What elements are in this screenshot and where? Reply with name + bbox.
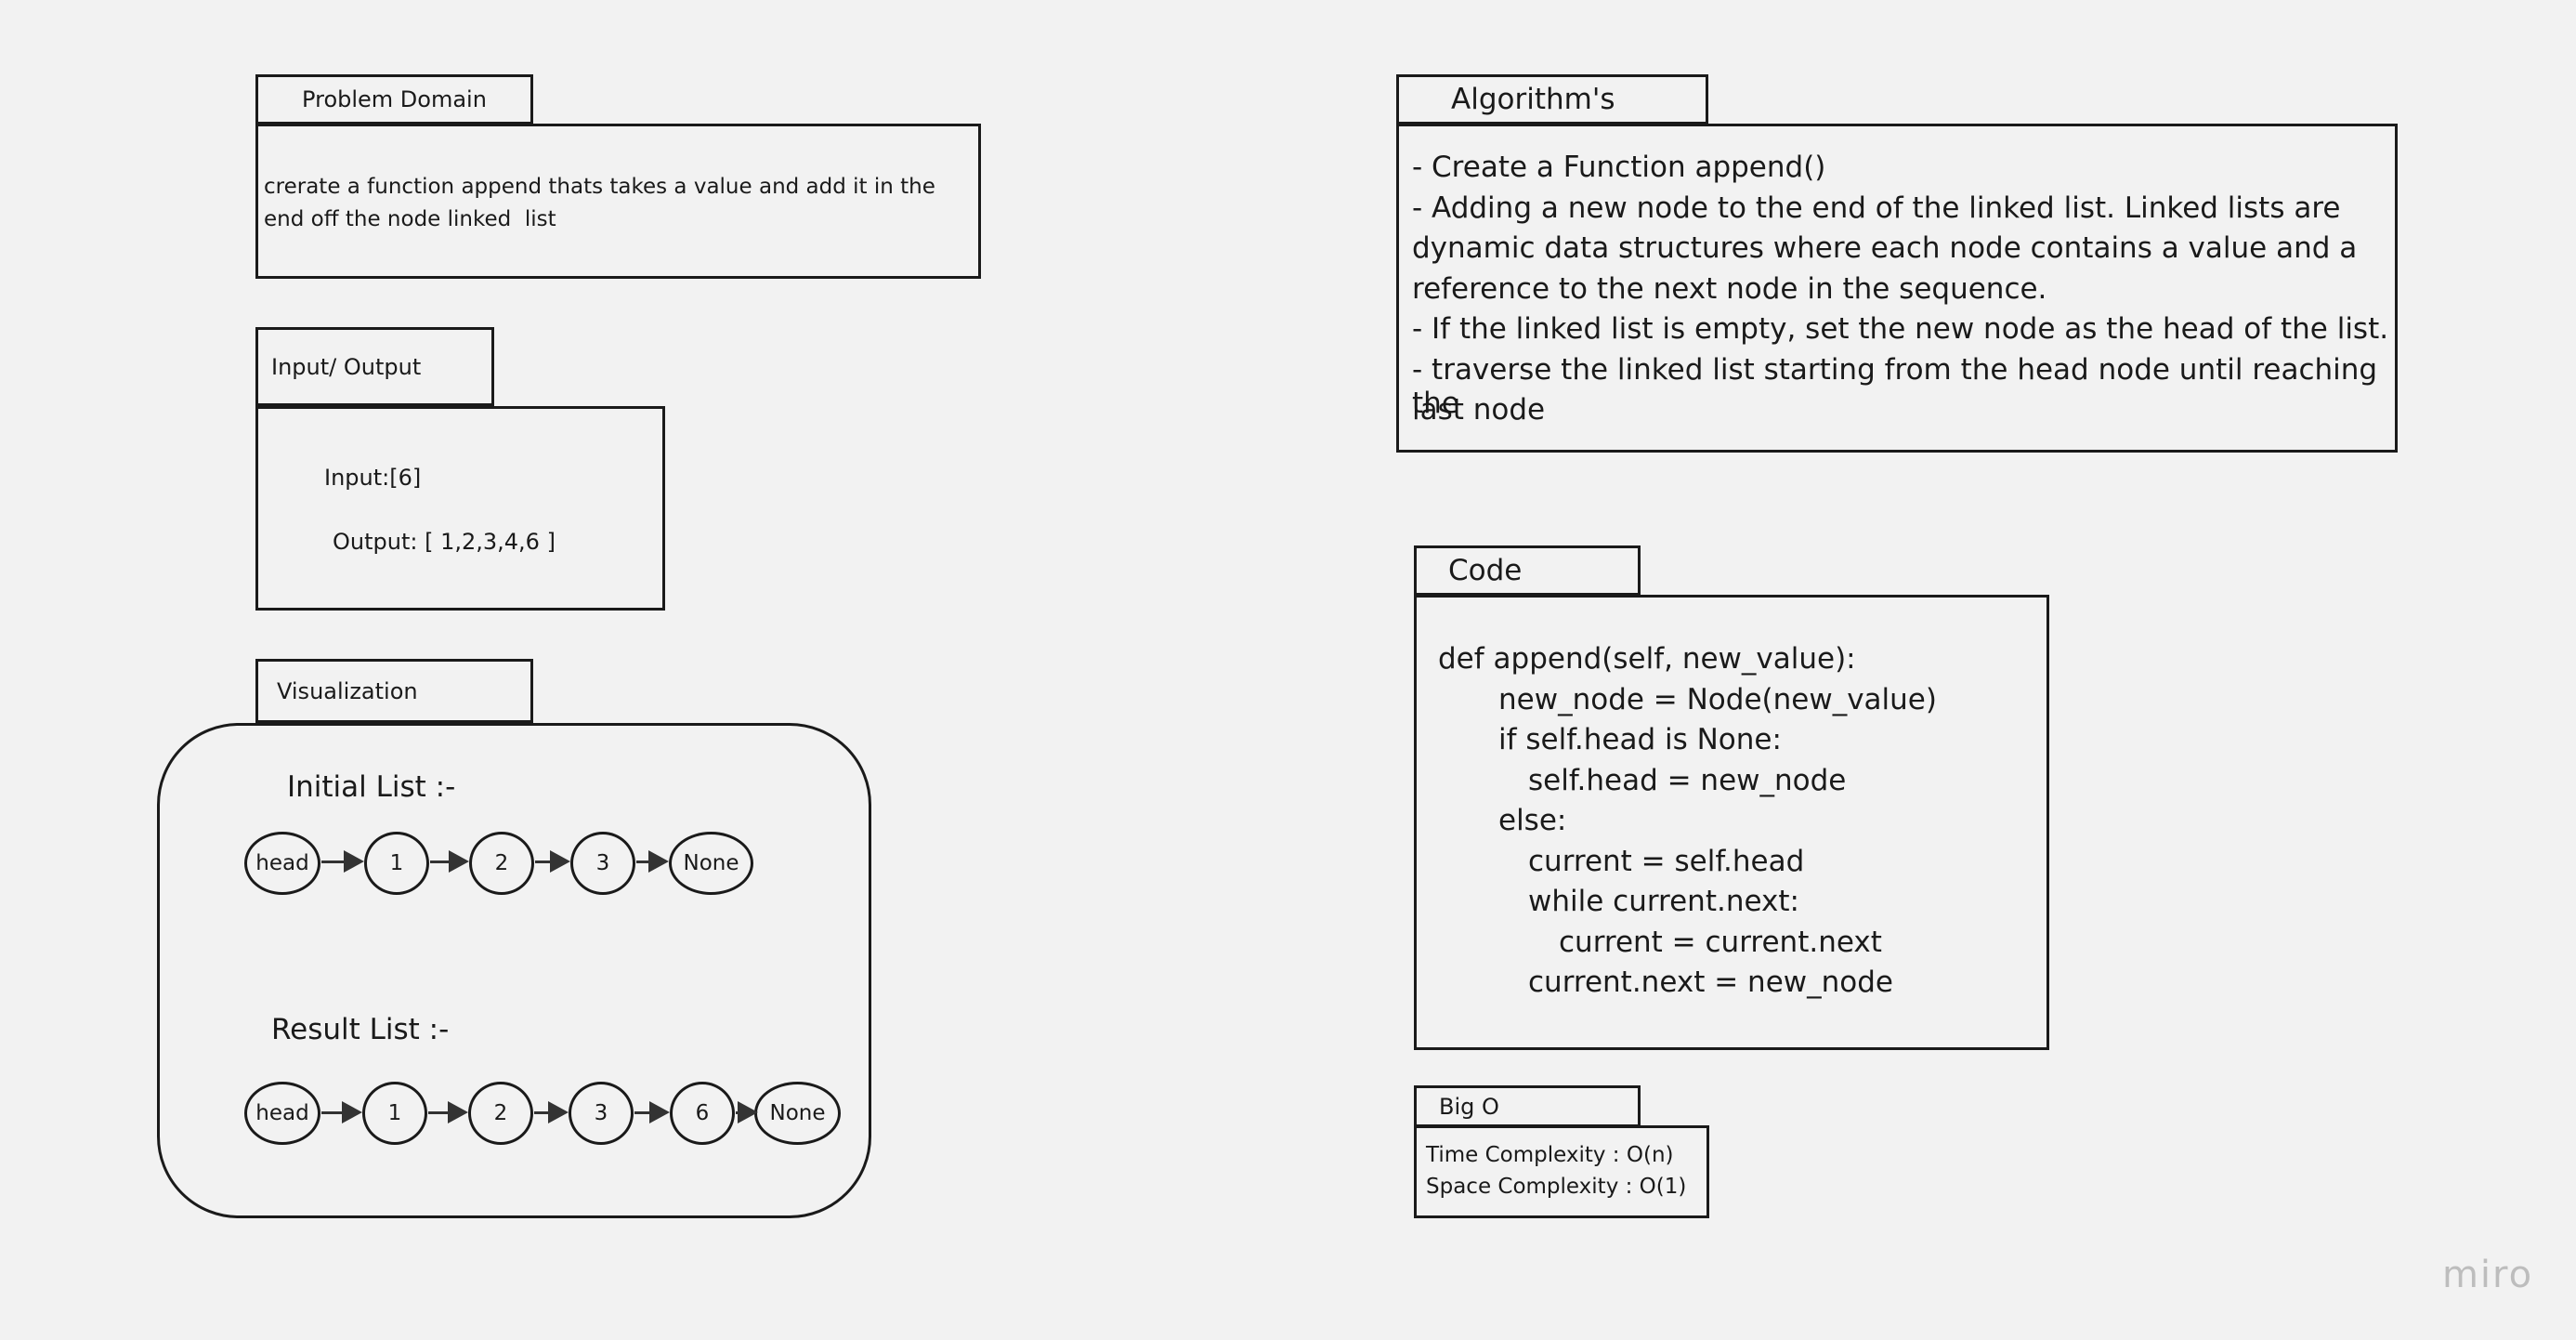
code-title-text: Code bbox=[1448, 554, 1523, 587]
algorithm-line: - Create a Function append() bbox=[1412, 151, 1826, 184]
big-o-title-text: Big O bbox=[1439, 1093, 1499, 1120]
linked-list-node: 1 bbox=[362, 1082, 427, 1145]
algorithms-box: - Create a Function append() - Adding a … bbox=[1396, 124, 2398, 453]
arrow-icon bbox=[736, 1101, 758, 1123]
visualization-box bbox=[157, 723, 871, 1218]
arrow-icon bbox=[534, 1101, 569, 1123]
big-o-box: Time Complexity : O(n) Space Complexity … bbox=[1414, 1125, 1709, 1218]
linked-list-node: 3 bbox=[569, 1082, 634, 1145]
algorithm-line: dynamic data structures where each node … bbox=[1412, 231, 2358, 265]
code-line: else: bbox=[1498, 804, 1567, 837]
problem-domain-title-text: Problem Domain bbox=[302, 86, 487, 112]
arrow-icon bbox=[430, 850, 469, 873]
algorithm-line: - traverse the linked list starting from… bbox=[1412, 353, 2386, 420]
code-line: self.head = new_node bbox=[1528, 764, 1847, 797]
linked-list-node: 2 bbox=[469, 832, 534, 895]
linked-list-node: head bbox=[244, 832, 320, 895]
linked-list-node: 6 bbox=[670, 1082, 735, 1145]
code-title: Code bbox=[1414, 545, 1641, 596]
code-line: while current.next: bbox=[1528, 885, 1799, 918]
algorithms-title-text: Algorithm's bbox=[1451, 83, 1615, 116]
algorithm-line: - If the linked list is empty, set the n… bbox=[1412, 312, 2389, 346]
visualization-title: Visualization bbox=[255, 659, 533, 723]
code-box: def append(self, new_value): new_node = … bbox=[1414, 595, 2049, 1050]
code-line: current = self.head bbox=[1528, 845, 1805, 878]
problem-domain-text: crerate a function append thats takes a … bbox=[264, 175, 943, 231]
output-text: Output: [ 1,2,3,4,6 ] bbox=[333, 529, 556, 555]
time-complexity-text: Time Complexity : O(n) bbox=[1426, 1143, 1674, 1167]
code-line: if self.head is None: bbox=[1498, 723, 1782, 756]
problem-domain-title: Problem Domain bbox=[255, 74, 533, 125]
initial-list-label: Initial List :- bbox=[287, 770, 456, 804]
linked-list-node: 1 bbox=[364, 832, 429, 895]
arrow-icon bbox=[428, 1101, 468, 1123]
input-output-box: Input:[6] Output: [ 1,2,3,4,6 ] bbox=[255, 406, 665, 611]
code-line: new_node = Node(new_value) bbox=[1498, 683, 1937, 716]
arrow-icon bbox=[634, 1101, 670, 1123]
arrow-icon bbox=[321, 850, 364, 873]
linked-list-node: None bbox=[669, 832, 753, 895]
linked-list-node: 3 bbox=[570, 832, 635, 895]
miro-logo: miro bbox=[2441, 1254, 2534, 1296]
input-output-title: Input/ Output bbox=[255, 327, 494, 406]
code-line: current.next = new_node bbox=[1528, 966, 1893, 999]
problem-domain-box: crerate a function append thats takes a … bbox=[255, 124, 981, 279]
code-line: current = current.next bbox=[1559, 926, 1882, 959]
space-complexity-text: Space Complexity : O(1) bbox=[1426, 1175, 1687, 1199]
arrow-icon bbox=[321, 1101, 362, 1123]
arrow-icon bbox=[535, 850, 570, 873]
result-list-label: Result List :- bbox=[271, 1013, 450, 1046]
visualization-title-text: Visualization bbox=[277, 677, 418, 704]
linked-list-node: head bbox=[244, 1082, 320, 1145]
arrow-icon bbox=[636, 850, 669, 873]
code-line: def append(self, new_value): bbox=[1438, 642, 1856, 676]
input-output-title-text: Input/ Output bbox=[271, 353, 422, 380]
input-text: Input:[6] bbox=[324, 465, 422, 491]
algorithm-line: last node bbox=[1412, 393, 1546, 427]
algorithm-line: - Adding a new node to the end of the li… bbox=[1412, 191, 2341, 225]
big-o-title: Big O bbox=[1414, 1085, 1641, 1127]
linked-list-node: 2 bbox=[468, 1082, 533, 1145]
algorithms-title: Algorithm's bbox=[1396, 74, 1708, 125]
algorithm-line: reference to the next node in the sequen… bbox=[1412, 272, 2047, 306]
linked-list-node: None bbox=[754, 1082, 841, 1145]
